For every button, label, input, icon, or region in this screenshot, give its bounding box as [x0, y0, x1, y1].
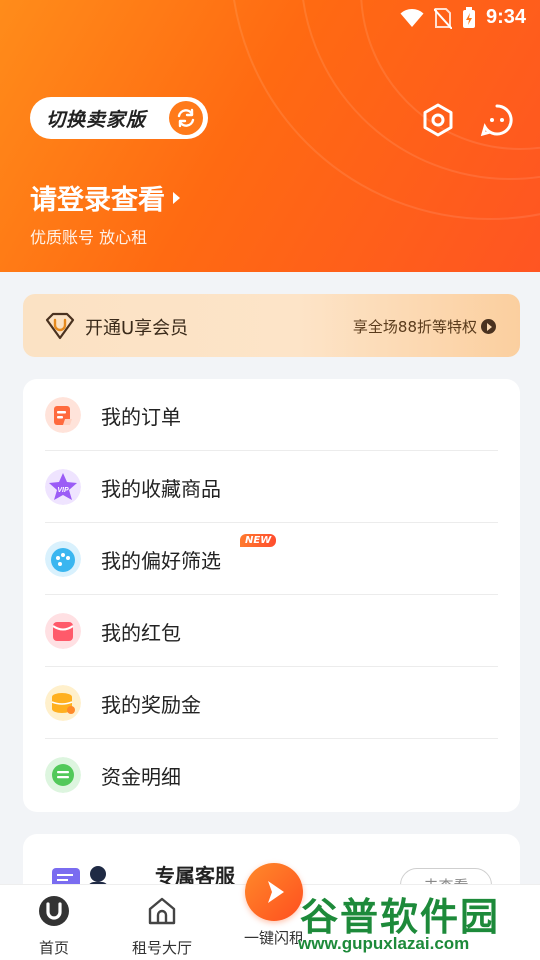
hall-icon	[148, 897, 176, 925]
clock: 9:34	[485, 6, 526, 28]
menu-item-preferences[interactable]: 我的偏好筛选 NEW	[23, 523, 520, 595]
fund-detail-icon	[45, 757, 81, 793]
vip-star-icon: VIP	[45, 469, 81, 505]
message-icon[interactable]	[480, 103, 514, 137]
menu-item-label: 我的偏好筛选	[101, 549, 221, 573]
flash-icon	[245, 863, 303, 921]
nav-home[interactable]: 首页	[4, 895, 104, 958]
palette-icon	[45, 541, 81, 577]
caret-right-icon	[173, 191, 180, 204]
menu-item-label: 我的奖励金	[101, 693, 201, 717]
play-arrow-icon	[481, 319, 496, 334]
login-prompt[interactable]: 请登录查看	[30, 178, 180, 217]
wifi-icon	[400, 8, 424, 27]
svg-text:VIP: VIP	[57, 487, 69, 494]
coins-icon	[45, 685, 81, 721]
menu-item-red-packets[interactable]: 我的红包	[23, 595, 520, 667]
vip-label: 开通U享会员	[85, 318, 189, 339]
login-subtitle: 优质账号 放心租	[30, 228, 148, 247]
order-icon	[45, 397, 81, 433]
vip-membership-banner[interactable]: 开通U享会员 享全场88折等特权	[23, 294, 520, 357]
menu-item-rewards[interactable]: 我的奖励金	[23, 667, 520, 739]
watermark-url: www.gupuxlazai.com	[298, 934, 470, 953]
profile-header: 9:34 切换卖家版 请登录查看 优质账号 放心租	[0, 0, 540, 272]
refresh-icon	[169, 101, 203, 135]
menu-item-fund-details[interactable]: 资金明细	[23, 739, 520, 811]
switch-seller-button[interactable]: 切换卖家版	[30, 97, 208, 139]
status-bar: 9:34	[0, 0, 540, 36]
menu-item-label: 资金明细	[101, 765, 181, 789]
menu-item-label: 我的收藏商品	[101, 477, 221, 501]
vip-privilege-text: 享全场88折等特权	[352, 318, 477, 336]
menu-card: 我的订单 VIP 我的收藏商品 我的偏好筛选 NEW 我的红包 我的奖励金 资金…	[23, 379, 520, 812]
u-vip-badge-icon	[45, 312, 75, 340]
nav-label: 首页	[38, 939, 69, 957]
battery-charging-icon	[462, 6, 475, 28]
vip-privilege-link[interactable]: 享全场88折等特权	[353, 316, 496, 337]
home-u-icon	[39, 896, 69, 926]
menu-item-label: 我的订单	[101, 405, 181, 429]
watermark-title: 谷普软件园	[300, 895, 501, 939]
new-badge: NEW	[240, 534, 277, 547]
menu-item-favorites[interactable]: VIP 我的收藏商品	[23, 451, 520, 523]
nav-label: 租号大厅	[131, 939, 192, 957]
menu-item-orders[interactable]: 我的订单	[23, 379, 520, 451]
switch-seller-label: 切换卖家版	[46, 108, 147, 131]
settings-icon[interactable]	[421, 103, 455, 137]
nav-rental-hall[interactable]: 租号大厅	[112, 895, 212, 958]
login-title: 请登录查看	[30, 185, 165, 216]
watermark: 谷普软件园 www.gupuxlazai.com	[296, 886, 540, 960]
no-sim-icon	[433, 7, 452, 29]
red-packet-icon	[45, 613, 81, 649]
menu-item-label: 我的红包	[101, 621, 181, 645]
